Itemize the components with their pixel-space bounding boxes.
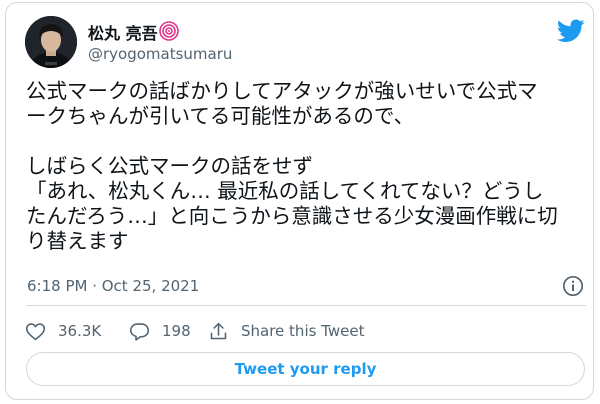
avatar[interactable] [25, 16, 77, 68]
tweet-timestamp[interactable]: 6:18 PM · Oct 25, 2021 [27, 277, 199, 295]
share-label: Share this Tweet [241, 322, 365, 340]
like-button[interactable]: 36.3K [25, 320, 101, 342]
author-handle[interactable]: @ryogomatsumaru [88, 45, 232, 63]
reply-action-button[interactable]: 198 [129, 320, 191, 342]
info-icon[interactable] [562, 275, 584, 297]
speech-bubble-icon [129, 322, 150, 341]
spiral-badge-icon [159, 21, 179, 41]
tweet-your-reply-button[interactable]: Tweet your reply [26, 352, 585, 386]
share-button[interactable]: Share this Tweet [208, 320, 364, 342]
author-name[interactable]: 松丸 亮吾 [88, 20, 158, 44]
heart-icon [25, 322, 46, 340]
reply-count: 198 [162, 322, 191, 340]
tweet-card: 松丸 亮吾 @ryogomatsumaru 公式マークの話ばかりしてアタックが強… [5, 2, 594, 400]
like-count: 36.3K [58, 322, 102, 340]
divider [26, 305, 586, 306]
twitter-logo-icon[interactable] [557, 19, 585, 43]
share-icon [210, 322, 227, 339]
tweet-text: 公式マークの話ばかりしてアタックが強いせいで公式マ ークちゃんが引いてる可能性が… [26, 79, 558, 253]
